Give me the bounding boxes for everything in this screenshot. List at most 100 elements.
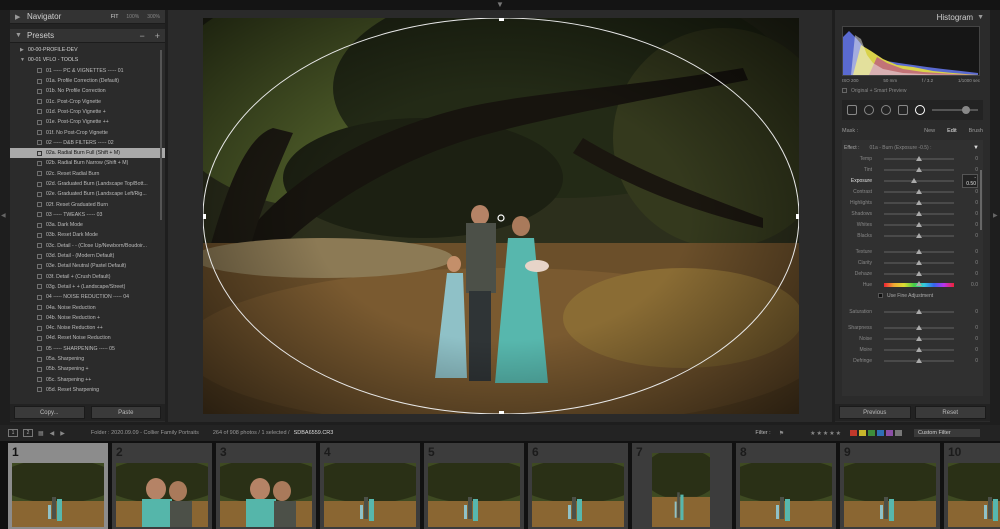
custom-filter-select[interactable]: Custom Filter (914, 429, 980, 437)
slider-thumb-icon[interactable] (916, 166, 922, 172)
preset-item[interactable]: 04a. Noise Reduction (10, 302, 165, 312)
slider-value[interactable]: 0 (964, 271, 978, 277)
preset-item[interactable]: 04d. Reset Noise Reduction (10, 333, 165, 343)
slider-track[interactable] (884, 335, 954, 341)
slider-track[interactable] (884, 188, 954, 194)
slider-value[interactable]: 0 (964, 222, 978, 228)
navigator-header[interactable]: ▶ Navigator FIT 100% 300% (10, 10, 165, 24)
filmstrip-cell[interactable]: 9 (840, 443, 940, 529)
zoom-300-option[interactable]: 300% (147, 14, 160, 20)
slider-thumb-icon[interactable] (916, 308, 922, 314)
color-label-swatch[interactable] (895, 430, 902, 436)
slider-moire[interactable]: Moire 0 (842, 344, 983, 355)
slider-track[interactable] (884, 248, 954, 254)
mask-edit-button[interactable]: Edit (947, 128, 956, 134)
slider-value[interactable]: - 0.50 (962, 173, 978, 188)
grid-view-icon[interactable]: ▦ (38, 430, 44, 437)
preset-item[interactable]: 01e. Post-Crop Vignette ++ (10, 117, 165, 127)
preset-item[interactable]: 03b. Reset Dark Mode (10, 230, 165, 240)
slider-track[interactable] (884, 177, 954, 183)
slider-thumb-icon[interactable] (916, 346, 922, 352)
slider-value[interactable]: 0 (964, 167, 978, 173)
preset-item[interactable]: 02d. Graduated Burn (Landscape Top/Bott.… (10, 179, 165, 189)
slider-thumb-icon[interactable] (916, 324, 922, 330)
photo-canvas[interactable] (168, 10, 832, 422)
slider-thumb-icon[interactable] (916, 155, 922, 161)
preset-item[interactable]: 02a. Radial Burn Full (Shift + M) (10, 147, 165, 159)
paste-button[interactable]: Paste (90, 406, 161, 419)
preset-item[interactable]: 02 ----- D&B FILTERS ----- 02 (10, 138, 165, 148)
top-panel-toggle-strip[interactable]: ▼ (0, 0, 1000, 10)
effect-dropdown-icon[interactable]: ▼ (973, 145, 979, 151)
slider-highlights[interactable]: Highlights 0 (842, 197, 983, 208)
slider-temp[interactable]: Temp 0 (842, 153, 983, 164)
spot-removal-tool-icon[interactable] (864, 105, 874, 115)
slider-clarity[interactable]: Clarity 0 (842, 257, 983, 268)
use-fine-adjustment[interactable]: Use Fine Adjustment (842, 290, 983, 301)
add-preset-button[interactable]: + (155, 31, 160, 41)
slider-exposure[interactable]: Exposure - 0.50 (842, 173, 983, 188)
slider-track[interactable] (884, 155, 954, 161)
preset-item[interactable]: 05a. Sharpening (10, 354, 165, 364)
photo-thumbnail[interactable] (220, 463, 312, 527)
presets-scrollbar[interactable] (160, 50, 162, 220)
photo-thumbnail[interactable] (324, 463, 416, 527)
collapse-navigator-icon[interactable]: ▶ (15, 13, 23, 21)
slider-knob-icon[interactable] (962, 106, 970, 114)
slider-value[interactable]: 0 (964, 325, 978, 331)
photo-thumbnail[interactable] (652, 453, 710, 527)
slider-thumb-icon[interactable] (916, 221, 922, 227)
presets-header[interactable]: ▼ Presets − + (10, 29, 165, 43)
collapse-top-arrow-icon[interactable]: ▼ (496, 1, 504, 9)
reset-button[interactable]: Reset (914, 406, 986, 419)
slider-value[interactable]: 0 (964, 200, 978, 206)
slider-value[interactable]: 0 (964, 260, 978, 266)
selected-filename[interactable]: SDBA6559.CR3 (294, 430, 334, 436)
smart-preview-status[interactable]: Original + Smart Preview (842, 86, 983, 95)
photo-thumbnail[interactable] (844, 463, 936, 527)
slider-track[interactable] (884, 270, 954, 276)
preset-item[interactable]: 01d. Post-Crop Vignette + (10, 107, 165, 117)
filmstrip-cell[interactable]: 5 (424, 443, 524, 529)
filmstrip-cell[interactable]: 10 (944, 443, 1000, 529)
color-label-swatch[interactable] (877, 430, 884, 436)
star-rating-filter[interactable]: ★★★★★ (810, 430, 842, 437)
color-label-swatch[interactable] (868, 430, 875, 436)
slider-thumb-icon[interactable] (916, 248, 922, 254)
slider-track[interactable] (884, 357, 954, 363)
mask-brush-button[interactable]: Brush (969, 128, 983, 134)
mask-new-button[interactable]: New (924, 128, 935, 134)
slider-value[interactable]: 0 (964, 358, 978, 364)
slider-value[interactable]: 0 (964, 336, 978, 342)
red-eye-tool-icon[interactable] (881, 105, 891, 115)
preset-item[interactable]: 01c. Post-Crop Vignette (10, 96, 165, 106)
slider-value[interactable]: 0 (964, 233, 978, 239)
folder-path[interactable]: Folder : 2020.09.09 - Collier Family Por… (91, 430, 199, 436)
preset-folder[interactable]: ▶ 00-00-PROFILE-DEV (10, 45, 165, 55)
photo-thumbnail[interactable] (116, 463, 208, 527)
slider-value[interactable]: 0 (964, 156, 978, 162)
primary-window-button[interactable]: 1 (8, 429, 18, 437)
preset-item[interactable]: 02e. Graduated Burn (Landscape Left/Rig.… (10, 189, 165, 199)
slider-track[interactable] (884, 280, 954, 287)
filmstrip-cell[interactable]: 6 (528, 443, 628, 529)
slider-value[interactable]: 0 (964, 347, 978, 353)
slider-texture[interactable]: Texture 0 (842, 246, 983, 257)
slider-saturation[interactable]: Saturation 0 (842, 306, 983, 317)
preset-item[interactable]: 03 ----- TWEAKS ----- 03 (10, 210, 165, 220)
preset-item[interactable]: 05c. Sharpening ++ (10, 375, 165, 385)
preset-folder[interactable]: ▼ 00-01 VFLO - TOOLS (10, 55, 165, 65)
slider-value[interactable]: 0.0 (964, 282, 978, 288)
tool-size-slider[interactable] (932, 106, 978, 114)
slider-thumb-icon[interactable] (911, 177, 918, 183)
photo-thumbnail[interactable] (948, 463, 1000, 527)
slider-value[interactable]: 0 (964, 249, 978, 255)
preset-item[interactable]: 04 ----- NOISE REDUCTION ----- 04 (10, 292, 165, 302)
filmstrip-cell[interactable]: 1 (8, 443, 108, 529)
smart-preview-checkbox[interactable] (842, 88, 847, 93)
slider-thumb-icon[interactable] (916, 210, 922, 216)
graduated-filter-tool-icon[interactable] (898, 105, 908, 115)
folder-expanded-icon[interactable]: ▼ (20, 57, 28, 63)
slider-thumb-icon[interactable] (916, 280, 922, 286)
slider-track[interactable] (884, 210, 954, 216)
